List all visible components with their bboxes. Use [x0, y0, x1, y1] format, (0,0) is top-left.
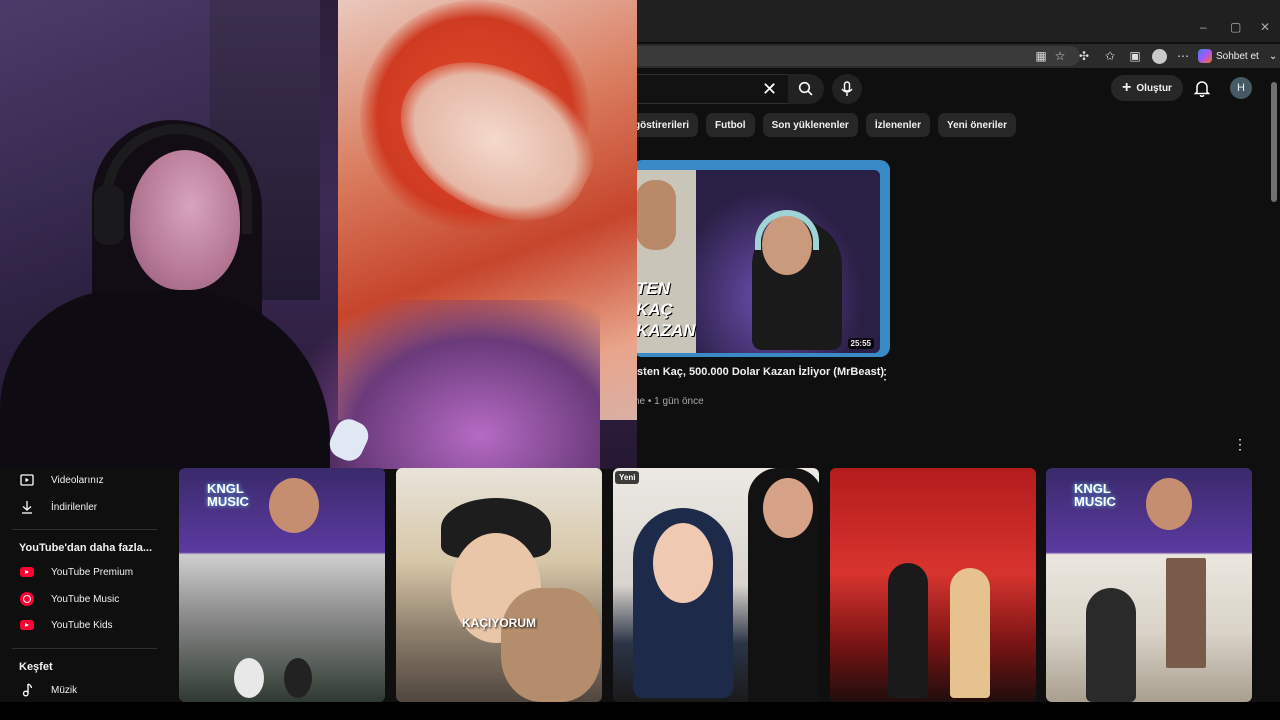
youtube-music-icon: [19, 591, 35, 607]
headset-earcup: [94, 185, 124, 245]
short-caption: KAÇIYORUM: [462, 616, 536, 630]
notifications-bell-icon[interactable]: [1193, 79, 1211, 97]
sidebar-item-label: Videolarınız: [51, 474, 104, 486]
search-icon: [798, 81, 813, 96]
close-window-icon[interactable]: ✕: [1260, 20, 1270, 34]
sidebar-item-label: YouTube Music: [51, 593, 120, 605]
chip-label: göstirerileri: [634, 119, 690, 131]
sidebar-divider: [12, 529, 157, 530]
chip-label: İzlenenler: [874, 119, 921, 131]
sidebar-item-label: YouTube Premium: [51, 566, 134, 578]
sidebar-item-label: İndirilenler: [51, 501, 98, 513]
sidebar-item-kids[interactable]: YouTube Kids: [0, 612, 170, 638]
minimize-icon[interactable]: –: [1200, 20, 1207, 34]
plus-icon: +: [1122, 79, 1132, 96]
favorite-star-icon[interactable]: ☆: [1051, 47, 1069, 65]
youtube-kids-icon: [19, 617, 35, 633]
short-door: [1166, 558, 1206, 668]
sidebar: Videolarınız İndirilenler YouTube'dan da…: [0, 469, 170, 702]
featured-video-title[interactable]: isten Kaç, 500.000 Dolar Kazan İzliyor (…: [634, 366, 884, 378]
sidebar-section-heading: Keşfet: [19, 661, 53, 673]
video-duration: 25:55: [847, 338, 874, 349]
sidebar-section-heading: YouTube'dan daha fazla...: [19, 542, 152, 554]
address-bar[interactable]: [600, 46, 1080, 66]
sidebar-item-downloads[interactable]: İndirilenler: [0, 494, 170, 520]
new-badge: Yeni: [615, 471, 640, 484]
search-button[interactable]: [788, 74, 824, 104]
music-note-icon: [19, 682, 35, 698]
chip-2[interactable]: Futbol: [706, 113, 755, 137]
sidebar-divider: [12, 648, 157, 649]
short-person: [284, 658, 312, 698]
chip-1[interactable]: göstirerileri: [630, 113, 699, 137]
featured-video-meta: ne • 1 gün önce: [634, 396, 704, 407]
channel-logo: KNGL MUSIC: [1074, 481, 1116, 509]
sidebar-item-label: YouTube Kids: [51, 619, 113, 631]
chip-3[interactable]: Son yüklenenler: [762, 113, 858, 137]
short-person-face: [763, 478, 813, 538]
sidebar-item-premium[interactable]: YouTube Premium: [0, 559, 170, 585]
short-card-5[interactable]: KNGL MUSIC: [1046, 468, 1252, 702]
screen: – ▢ ✕ ▦ ☆ ✣ ✩ ▣ ⋯ Sohbet et ⌄ ✕ + Oluştu…: [0, 0, 1280, 720]
thumbnail-text: TEN KAÇ KAZAN: [636, 279, 696, 340]
chevron-down-icon: ⌄: [1268, 50, 1278, 62]
scrollbar-thumb[interactable]: [1271, 82, 1277, 202]
short-person: [234, 658, 264, 698]
short-card-2[interactable]: KAÇIYORUM: [396, 468, 602, 702]
short-person: [950, 568, 990, 698]
chip-label: Futbol: [715, 119, 746, 131]
chip-4[interactable]: İzlenenler: [865, 113, 930, 137]
short-card-1[interactable]: KNGL MUSIC: [179, 468, 385, 702]
collections-icon[interactable]: ▣: [1126, 47, 1144, 65]
reader-view-icon[interactable]: ▦: [1032, 47, 1050, 65]
youtube-premium-icon: [19, 564, 35, 580]
featured-video-thumbnail[interactable]: TEN KAÇ KAZAN 25:55: [632, 160, 890, 357]
short-person: [269, 478, 319, 533]
short-person: [1146, 478, 1192, 530]
bottom-edge: [0, 702, 1280, 720]
chat-button[interactable]: Sohbet et ⌄: [1198, 47, 1277, 65]
section-menu-icon[interactable]: ⋮: [1233, 436, 1247, 453]
short-card-4[interactable]: [830, 468, 1036, 702]
clear-search-icon[interactable]: ✕: [762, 79, 777, 100]
webcam-overlay: [0, 0, 637, 469]
copilot-icon: [1198, 49, 1212, 63]
streamer-body: [0, 290, 330, 469]
short-person-face: [653, 523, 713, 603]
play-square-icon: [19, 472, 35, 488]
chat-label: Sohbet et: [1216, 50, 1259, 62]
sidebar-item-music[interactable]: YouTube Music: [0, 586, 170, 612]
more-menu-icon[interactable]: ⋯: [1174, 47, 1192, 65]
chip-label: Yeni öneriler: [946, 119, 1007, 131]
account-avatar[interactable]: H: [1230, 77, 1252, 99]
channel-logo: KNGL MUSIC: [207, 481, 249, 509]
more-actions-icon[interactable]: ⋮: [878, 366, 892, 383]
chip-label: Son yüklenenler: [771, 119, 849, 131]
sidebar-item-label: Müzik: [51, 684, 78, 696]
download-icon: [19, 499, 35, 515]
favorites-icon[interactable]: ✩: [1101, 47, 1119, 65]
thumbnail-image: TEN KAÇ KAZAN 25:55: [632, 170, 880, 353]
short-person: [501, 588, 601, 702]
short-card-3[interactable]: [613, 468, 819, 702]
extensions-icon[interactable]: ✣: [1075, 47, 1093, 65]
sidebar-item-your-videos[interactable]: Videolarınız: [0, 467, 170, 493]
thumbnail-person-left: [636, 180, 676, 250]
maximize-icon[interactable]: ▢: [1230, 20, 1241, 34]
chip-5[interactable]: Yeni öneriler: [937, 113, 1016, 137]
voice-search-button[interactable]: [832, 74, 862, 104]
avatar-initial: H: [1237, 82, 1245, 94]
sidebar-item-music-explore[interactable]: Müzik: [0, 677, 170, 703]
create-label: Oluştur: [1136, 82, 1172, 94]
short-person: [1086, 588, 1136, 702]
microphone-icon: [841, 81, 853, 96]
create-button[interactable]: + Oluştur: [1111, 75, 1183, 101]
filter-chips: göstirerileri Futbol Son yüklenenler İzl…: [630, 113, 1016, 137]
short-person: [888, 563, 928, 698]
page-scrollbar[interactable]: [1268, 70, 1280, 702]
profile-icon[interactable]: [1150, 47, 1168, 65]
